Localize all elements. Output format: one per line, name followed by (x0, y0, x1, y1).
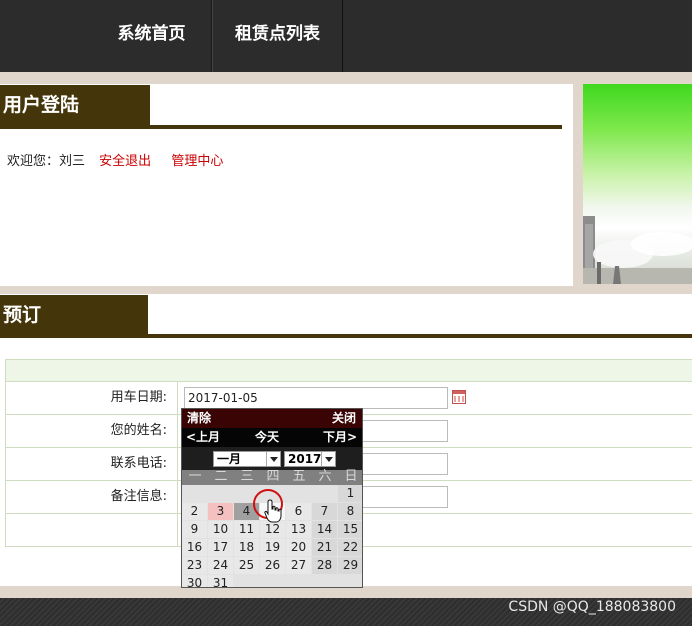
nav-item-rental-list[interactable]: 租赁点列表 (212, 0, 343, 72)
calendar-day-cell[interactable]: 11 (234, 521, 259, 538)
calendar-day-cell[interactable]: 18 (234, 539, 259, 556)
watermark: CSDN @QQ_188083800 (508, 599, 676, 615)
weekday-header: 六 (318, 469, 332, 484)
month-select-value: 一月 (217, 452, 242, 466)
calendar-day-cell[interactable]: 2 (182, 503, 207, 520)
calendar-day-cell[interactable]: 28 (312, 557, 337, 574)
calendar-day-cell[interactable]: 29 (338, 557, 362, 574)
calendar-empty-cell (208, 485, 233, 502)
login-panel: 用户登陆 欢迎您：刘三 安全退出 管理中心 (0, 84, 573, 286)
logout-link[interactable]: 安全退出 (99, 154, 151, 169)
year-select-value: 2017 (288, 452, 322, 466)
month-select[interactable]: 一月 (213, 451, 281, 467)
calendar-day-cell[interactable]: 20 (286, 539, 311, 556)
calendar-empty-cell (286, 575, 311, 587)
calendar-day-cell[interactable]: 13 (286, 521, 311, 538)
calendar-day-cell[interactable]: 6 (286, 503, 311, 520)
weekday-header: 三 (240, 469, 254, 484)
calendar-day-cell[interactable]: 1 (338, 485, 362, 502)
calendar-top-bar: 清除 关闭 (182, 409, 362, 428)
calendar-empty-cell (312, 485, 337, 502)
weekday-header: 五 (292, 469, 306, 484)
calendar-empty-cell (312, 575, 337, 587)
login-title-rule (0, 125, 562, 129)
calendar-clear-button[interactable]: 清除 (187, 409, 211, 428)
calendar-day-cell[interactable]: 7 (312, 503, 337, 520)
form-header-row (6, 360, 692, 382)
calendar-day-cell[interactable]: 17 (208, 539, 233, 556)
banner-scenery (583, 216, 692, 284)
admin-center-link[interactable]: 管理中心 (171, 154, 223, 169)
submit-label-cell (6, 514, 178, 546)
calendar-day-cell[interactable]: 31 (208, 575, 233, 587)
calendar-day-cell[interactable]: 9 (182, 521, 207, 538)
hand-cursor-icon (264, 499, 282, 523)
nav-item-home[interactable]: 系统首页 (92, 0, 212, 72)
calendar-day-cell[interactable]: 24 (208, 557, 233, 574)
phone-label: 联系电话: (6, 448, 178, 480)
calendar-day-cell[interactable]: 25 (234, 557, 259, 574)
weekday-header: 二 (214, 469, 228, 484)
chevron-down-icon (321, 452, 335, 466)
calendar-empty-cell (286, 485, 311, 502)
weekday-header: 四 (266, 469, 280, 484)
calendar-day-cell[interactable]: 10 (208, 521, 233, 538)
date-label: 用车日期: (6, 382, 178, 414)
calendar-prev-month-button[interactable]: <上月 (186, 428, 220, 447)
top-nav: 系统首页 租赁点列表 (0, 0, 692, 72)
calendar-empty-cell (260, 575, 285, 587)
calendar-next-month-button[interactable]: 下月> (323, 428, 357, 447)
year-select[interactable]: 2017 (284, 451, 336, 467)
calendar-empty-cell (338, 575, 362, 587)
calendar-day-cell[interactable]: 8 (338, 503, 362, 520)
calendar-day-cell[interactable]: 30 (182, 575, 207, 587)
chevron-down-icon (266, 452, 280, 466)
calendar-select-bar: 一月 2017 (182, 447, 362, 470)
calendar-weekday-row: 一二三四五六日 (182, 470, 362, 485)
calendar-day-cell[interactable]: 12 (260, 521, 285, 538)
calendar-day-cell[interactable]: 22 (338, 539, 362, 556)
calendar-day-cell[interactable]: 15 (338, 521, 362, 538)
calendar-empty-cell (182, 485, 207, 502)
remark-label: 备注信息: (6, 481, 178, 513)
banner-image (583, 84, 692, 284)
date-input[interactable] (184, 387, 448, 409)
weekday-header: 一 (188, 469, 202, 484)
calendar-day-cell[interactable]: 23 (182, 557, 207, 574)
booking-title-rule (0, 334, 692, 338)
calendar-day-cell[interactable]: 19 (260, 539, 285, 556)
welcome-prefix: 欢迎您： (7, 154, 60, 169)
calendar-day-cell[interactable]: 26 (260, 557, 285, 574)
login-panel-title: 用户登陆 (0, 85, 150, 126)
calendar-empty-cell (234, 575, 259, 587)
name-label: 您的姓名: (6, 415, 178, 447)
calendar-day-cell[interactable]: 14 (312, 521, 337, 538)
calendar-icon[interactable] (452, 390, 466, 404)
calendar-day-cell[interactable]: 21 (312, 539, 337, 556)
calendar-day-cell[interactable]: 27 (286, 557, 311, 574)
booking-panel-title: 预订 (0, 295, 148, 336)
calendar-today-button[interactable]: 今天 (255, 428, 279, 447)
calendar-day-cell[interactable]: 16 (182, 539, 207, 556)
weekday-header: 日 (344, 469, 358, 484)
calendar-nav-bar: <上月 今天 下月> (182, 428, 362, 447)
username: 刘三 (59, 154, 86, 169)
calendar-close-button[interactable]: 关闭 (332, 409, 356, 428)
welcome-line: 欢迎您：刘三 安全退出 管理中心 (7, 150, 223, 169)
calendar-day-cell[interactable]: 3 (208, 503, 233, 520)
